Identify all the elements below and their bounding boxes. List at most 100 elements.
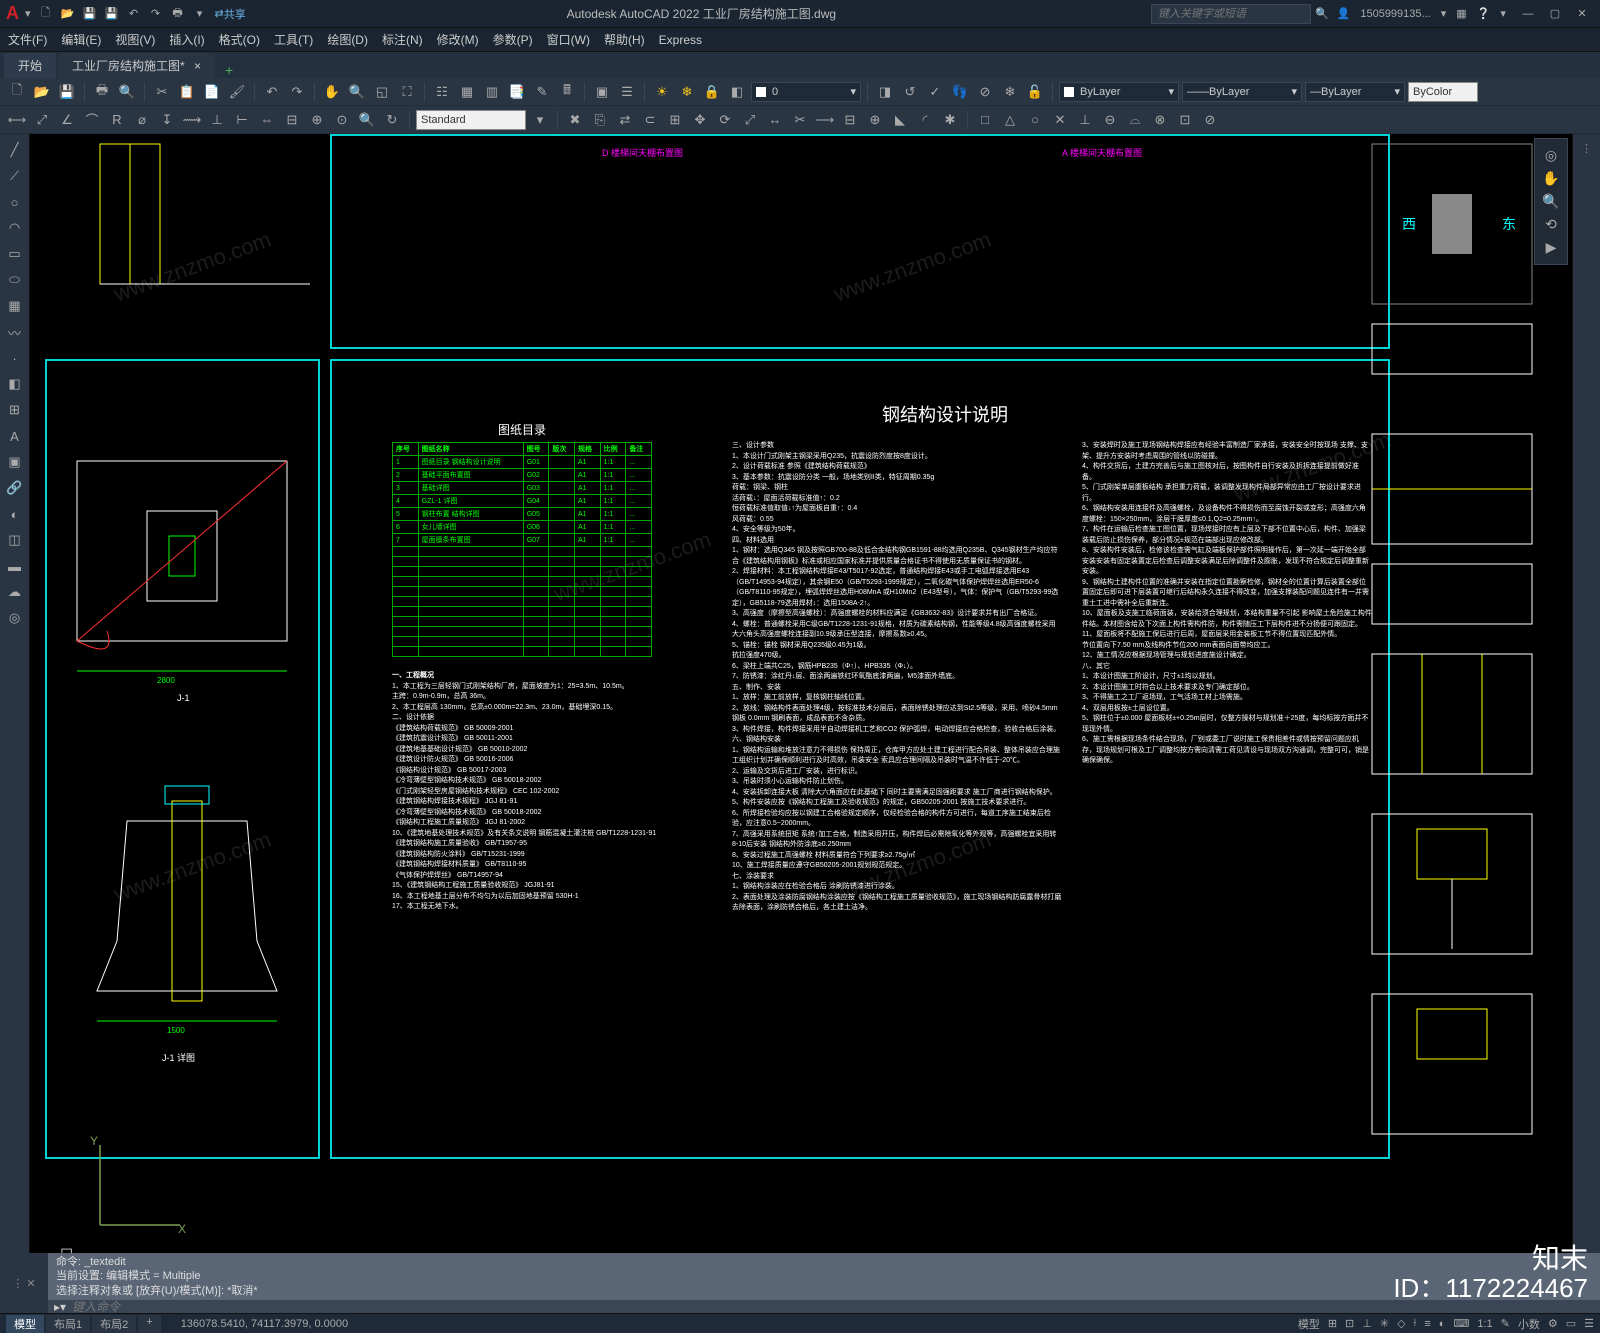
new-icon[interactable]: 🗋 — [37, 5, 55, 23]
donut-icon[interactable]: ◎ — [2, 606, 28, 630]
dim-arc-icon[interactable]: ⌒ — [81, 109, 103, 131]
menu-draw[interactable]: 绘图(D) — [327, 31, 368, 48]
erase-icon[interactable]: ✖ — [564, 109, 586, 131]
array-icon[interactable]: ⊞ — [664, 109, 686, 131]
search-icon[interactable]: 🔍 — [1315, 7, 1329, 20]
lineweight-selector[interactable]: — ByLayer▾ — [1305, 82, 1405, 102]
dim-ordinate-icon[interactable]: ↧ — [156, 109, 178, 131]
line-icon[interactable]: ╱ — [2, 138, 28, 162]
center-mark-icon[interactable]: ⊙ — [331, 109, 353, 131]
dim-radius-icon[interactable]: R — [106, 109, 128, 131]
rotate-icon[interactable]: ⟳ — [714, 109, 736, 131]
tab-layout1[interactable]: 布局1 — [46, 1315, 90, 1333]
linetype-selector[interactable]: —— ByLayer▾ — [1182, 82, 1302, 102]
ellipse-icon[interactable]: ⬭ — [2, 268, 28, 292]
layer-match-icon[interactable]: ✓ — [924, 81, 946, 103]
paste-icon[interactable]: 📄 — [201, 81, 223, 103]
layer-frz-icon[interactable]: ❄ — [999, 81, 1021, 103]
rectangle-icon[interactable]: ▭ — [2, 242, 28, 266]
tab-model[interactable]: 模型 — [6, 1315, 44, 1333]
tab-layout-plus[interactable]: + — [138, 1315, 160, 1333]
move-icon[interactable]: ✥ — [689, 109, 711, 131]
markup-icon[interactable]: ✎ — [531, 81, 553, 103]
properties-icon[interactable]: ☷ — [431, 81, 453, 103]
snap-cen-icon[interactable]: ○ — [1024, 109, 1046, 131]
minimize-icon[interactable]: — — [1516, 8, 1540, 20]
polyline-icon[interactable]: ⟋ — [2, 164, 28, 188]
sheet-set-icon[interactable]: 📑 — [506, 81, 528, 103]
tab-document[interactable]: 工业厂房结构施工图* × — [58, 53, 215, 78]
share-button[interactable]: ⇄ 共享 — [209, 5, 252, 23]
help-search-input[interactable] — [1151, 4, 1311, 24]
user-dropdown-icon[interactable]: ▾ — [1441, 7, 1447, 20]
design-center-icon[interactable]: ▦ — [456, 81, 478, 103]
user-name[interactable]: 1505999135... — [1360, 8, 1430, 20]
new-drawing-icon[interactable]: 🗋 — [6, 81, 28, 103]
trim-icon[interactable]: ✂ — [789, 109, 811, 131]
layer-off-icon[interactable]: ⊘ — [974, 81, 996, 103]
stretch-icon[interactable]: ↔ — [764, 109, 786, 131]
layer-lock-icon[interactable]: 🔒 — [701, 81, 723, 103]
revcloud-icon[interactable]: ☁ — [2, 580, 28, 604]
break-icon[interactable]: ⊟ — [839, 109, 861, 131]
menu-express[interactable]: Express — [659, 33, 702, 47]
hatch-icon[interactable]: ▦ — [2, 294, 28, 318]
snap-end-icon[interactable]: □ — [974, 109, 996, 131]
layer-freeze-icon[interactable]: ❄ — [676, 81, 698, 103]
autodesk-app-icon[interactable]: ▦ — [1456, 7, 1466, 20]
copy-icon[interactable]: 📋 — [176, 81, 198, 103]
menu-format[interactable]: 格式(O) — [219, 31, 260, 48]
chamfer-icon[interactable]: ◣ — [889, 109, 911, 131]
redo-icon[interactable]: ↷ — [286, 81, 308, 103]
menu-dimension[interactable]: 标注(N) — [382, 31, 423, 48]
help-icon[interactable]: ❔ — [1477, 7, 1491, 20]
grid-icon[interactable]: ⊞ — [1328, 1317, 1337, 1330]
scale-icon[interactable]: ⤢ — [739, 109, 761, 131]
lineweight-toggle-icon[interactable]: ≡ — [1424, 1318, 1430, 1330]
osnap-icon[interactable]: ◇ — [1397, 1317, 1405, 1330]
dim-update-icon[interactable]: ↻ — [381, 109, 403, 131]
command-input[interactable] — [72, 1300, 1600, 1314]
nav-zoom-icon[interactable]: 🔍 — [1542, 193, 1559, 210]
qat-more-icon[interactable]: ▾ — [191, 5, 209, 23]
layer-selector[interactable]: 0▾ — [751, 82, 861, 102]
dim-angular-icon[interactable]: ∠ — [56, 109, 78, 131]
point-icon[interactable]: · — [2, 346, 28, 370]
dimstyle-dropdown-icon[interactable]: ▾ — [529, 109, 551, 131]
tab-layout2[interactable]: 布局2 — [92, 1315, 136, 1333]
clean-screen-icon[interactable]: ▭ — [1566, 1317, 1576, 1330]
snap-node-icon[interactable]: ⊗ — [1149, 109, 1171, 131]
nav-pan-icon[interactable]: ✋ — [1542, 170, 1559, 187]
color-selector[interactable]: ByLayer▾ — [1059, 82, 1179, 102]
workspace-icon[interactable]: ⚙ — [1548, 1317, 1558, 1330]
region-icon[interactable]: ◧ — [2, 372, 28, 396]
print-icon[interactable]: 🖶 — [169, 5, 187, 23]
snap-perp-icon[interactable]: ⊥ — [1074, 109, 1096, 131]
save-drawing-icon[interactable]: 💾 — [56, 81, 78, 103]
zoom-icon[interactable]: 🔍 — [346, 81, 368, 103]
maximize-icon[interactable]: ▢ — [1543, 7, 1567, 20]
new-tab-button[interactable]: + — [217, 62, 241, 78]
polar-icon[interactable]: ✳ — [1380, 1317, 1389, 1330]
join-icon[interactable]: ⊕ — [864, 109, 886, 131]
gradient-icon[interactable]: ◐ — [2, 502, 28, 526]
dim-style-input[interactable] — [416, 110, 526, 130]
menu-modify[interactable]: 修改(M) — [437, 31, 479, 48]
menu-window[interactable]: 窗口(W) — [547, 31, 590, 48]
model-button[interactable]: 模型 — [1298, 1316, 1320, 1332]
layer-walk-icon[interactable]: 👣 — [949, 81, 971, 103]
block-icon[interactable]: ▣ — [591, 81, 613, 103]
circle-icon[interactable]: ○ — [2, 190, 28, 214]
tolerance-icon[interactable]: ⊕ — [306, 109, 328, 131]
dim-aligned-icon[interactable]: ⤢ — [31, 109, 53, 131]
snap-mid-icon[interactable]: △ — [999, 109, 1021, 131]
tab-close-icon[interactable]: × — [194, 59, 201, 73]
ortho-icon[interactable]: ⊥ — [1362, 1317, 1372, 1330]
boundary-icon[interactable]: ◫ — [2, 528, 28, 552]
table-icon[interactable]: ⊞ — [2, 398, 28, 422]
snap-none-icon[interactable]: ⊘ — [1199, 109, 1221, 131]
transparency-icon[interactable]: ◐ — [1439, 1318, 1446, 1330]
match-icon[interactable]: 🖌 — [226, 81, 248, 103]
drawing-canvas[interactable]: www.znzmo.com www.znzmo.com www.znzmo.co… — [30, 134, 1572, 1275]
snap-tan-icon[interactable]: ⊖ — [1099, 109, 1121, 131]
